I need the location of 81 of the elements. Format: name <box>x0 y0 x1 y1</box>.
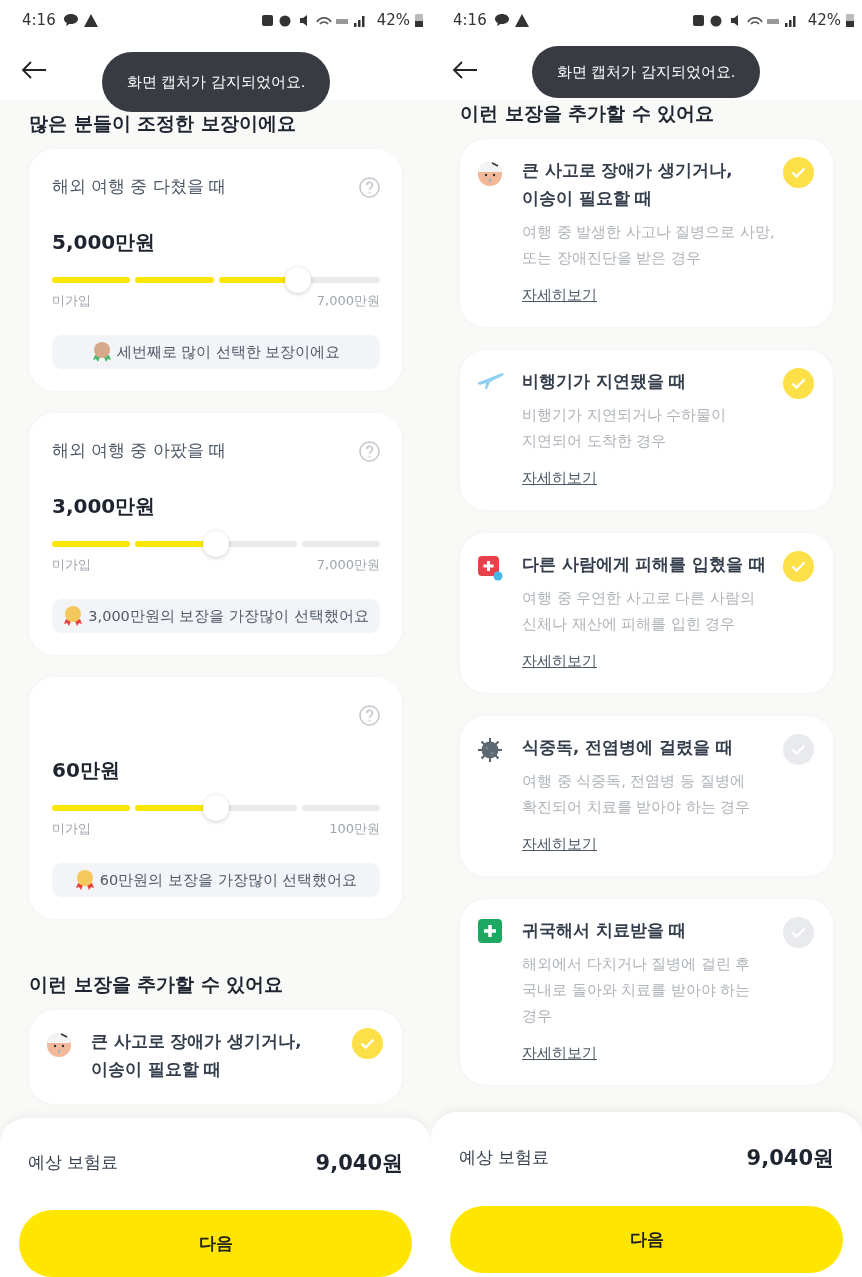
option-title: 귀국해서 치료받을 때 <box>522 920 688 942</box>
chat-icon <box>62 13 79 27</box>
first-aid-icon <box>478 919 502 943</box>
coverage-amount: 5,000만원 <box>52 229 157 256</box>
premium-label: 예상 보험료 <box>28 1152 119 1174</box>
section-heading: 많은 분들이 조정한 보장이에요 <box>29 111 297 136</box>
status-time: 4:16 <box>453 11 487 29</box>
battery-percent: 42% <box>807 11 841 29</box>
min-label: 미가입 <box>52 821 91 837</box>
battery-icon <box>846 13 854 27</box>
details-link[interactable]: 자세히보기 <box>522 283 597 307</box>
next-button[interactable]: 다음 <box>450 1206 843 1273</box>
toast-message: 화면 캡처가 감지되었어요. <box>532 46 760 98</box>
option-title: 큰 사고로 장애가 생기거나, 이송이 필요할 때 <box>522 160 734 210</box>
section-heading: 이런 보장을 추가할 수 있어요 <box>460 101 716 126</box>
help-icon[interactable] <box>359 704 380 726</box>
coverage-slider[interactable] <box>52 531 380 557</box>
coverage-title: 해외 여행 중 다쳤을 때 <box>52 176 226 198</box>
slider-thumb[interactable] <box>203 531 229 557</box>
premium-price: 9,040원 <box>746 1145 834 1172</box>
option-title: 비행기가 지연됐을 때 <box>522 371 688 393</box>
back-icon[interactable] <box>452 61 478 79</box>
medal-icon <box>91 341 112 363</box>
warning-icon <box>514 13 529 27</box>
coverage-amount: 3,000만원 <box>52 493 157 520</box>
premium-price: 9,040원 <box>315 1150 403 1177</box>
battery-percent: 42% <box>376 11 410 29</box>
check-icon[interactable] <box>352 1028 383 1059</box>
medical-bag-icon <box>476 553 504 581</box>
coverage-option-card[interactable]: 식중독, 전염병에 걸렸을 때 여행 중 식중독, 전염병 등 질병에 확진되어 치료를 받아야 하는 경우 자세히보기 <box>460 716 833 876</box>
check-icon[interactable] <box>783 157 814 188</box>
max-label: 7,000만원 <box>316 557 380 573</box>
check-icon[interactable] <box>783 551 814 582</box>
bandaged-face-icon <box>476 159 504 187</box>
max-label: 100만원 <box>329 821 380 837</box>
coverage-amount: 60만원 <box>52 757 121 784</box>
coverage-option-card[interactable]: 귀국해서 치료받을 때 해외에서 다치거나 질병에 걸린 후 국내로 돌아와 치료를 받아야 하는 경우 자세히보기 <box>460 899 833 1085</box>
slider-thumb[interactable] <box>285 267 311 293</box>
airplane-icon <box>476 370 504 390</box>
min-label: 미가입 <box>52 293 91 309</box>
max-label: 7,000만원 <box>316 293 380 309</box>
min-label: 미가입 <box>52 557 91 573</box>
status-time: 4:16 <box>22 11 56 29</box>
battery-icon <box>415 13 423 27</box>
help-icon[interactable] <box>359 176 380 198</box>
option-description: 여행 중 발생한 사고나 질병으로 사망, 또는 장애진단을 받은 경우 <box>522 223 776 268</box>
option-description: 여행 중 식중독, 전염병 등 질병에 확진되어 치료를 받아야 하는 경우 <box>522 772 752 817</box>
option-description: 여행 중 우연한 사고로 다른 사람의 신체나 재산에 피해를 입힌 경우 <box>522 589 757 634</box>
back-icon[interactable] <box>21 61 47 79</box>
coverage-slider[interactable] <box>52 267 380 293</box>
details-link[interactable]: 자세히보기 <box>522 1041 597 1065</box>
badge-text: 3,000만원의 보장을 가장많이 선택했어요 <box>88 606 369 626</box>
virus-icon <box>476 736 504 764</box>
option-title: 식중독, 전염병에 걸렸을 때 <box>522 737 734 759</box>
details-link[interactable]: 자세히보기 <box>522 649 597 673</box>
chat-icon <box>493 13 510 27</box>
toast-message: 화면 캡처가 감지되었어요. <box>102 52 330 112</box>
medal-icon <box>74 869 95 891</box>
badge-text: 60만원의 보장을 가장많이 선택했어요 <box>99 870 358 890</box>
coverage-option-card[interactable]: 비행기가 지연됐을 때 비행기가 지연되거나 수하물이 지연되어 도착한 경우 자세히보기 <box>460 350 833 510</box>
option-title: 큰 사고로 장애가 생기거나, 이송이 필요할 때 <box>91 1031 303 1081</box>
coverage-title: 해외 여행 중 아팠을 때 <box>52 440 226 462</box>
coverage-slider[interactable] <box>52 795 380 821</box>
badge-text: 세번째로 많이 선택한 보장이에요 <box>116 342 341 362</box>
check-icon[interactable] <box>783 368 814 399</box>
coverage-option-card[interactable]: 큰 사고로 장애가 생기거나, 이송이 필요할 때 <box>29 1010 402 1104</box>
option-description: 비행기가 지연되거나 수하물이 지연되어 도착한 경우 <box>522 406 728 451</box>
medal-icon <box>63 605 84 627</box>
details-link[interactable]: 자세히보기 <box>522 832 597 856</box>
next-button[interactable]: 다음 <box>19 1210 412 1277</box>
slider-thumb[interactable] <box>203 795 229 821</box>
coverage-option-card[interactable]: 다른 사람에게 피해를 입혔을 때 여행 중 우연한 사고로 다른 사람의 신체나 재산에 피해를 입힌 경우 자세히보기 <box>460 533 833 693</box>
warning-icon <box>83 13 98 27</box>
help-icon[interactable] <box>359 440 380 462</box>
bandaged-face-icon <box>45 1030 73 1058</box>
premium-label: 예상 보험료 <box>459 1147 550 1169</box>
option-description: 해외에서 다치거나 질병에 걸린 후 국내로 돌아와 치료를 받아야 하는 경우 <box>522 955 752 1026</box>
section-heading: 이런 보장을 추가할 수 있어요 <box>29 972 285 997</box>
details-link[interactable]: 자세히보기 <box>522 466 597 490</box>
option-title: 다른 사람에게 피해를 입혔을 때 <box>522 554 767 576</box>
coverage-option-card[interactable]: 큰 사고로 장애가 생기거나, 이송이 필요할 때 여행 중 발생한 사고나 질병으로 사망, 또는 장애진단을 받은 경우 자세히보기 <box>460 139 833 327</box>
